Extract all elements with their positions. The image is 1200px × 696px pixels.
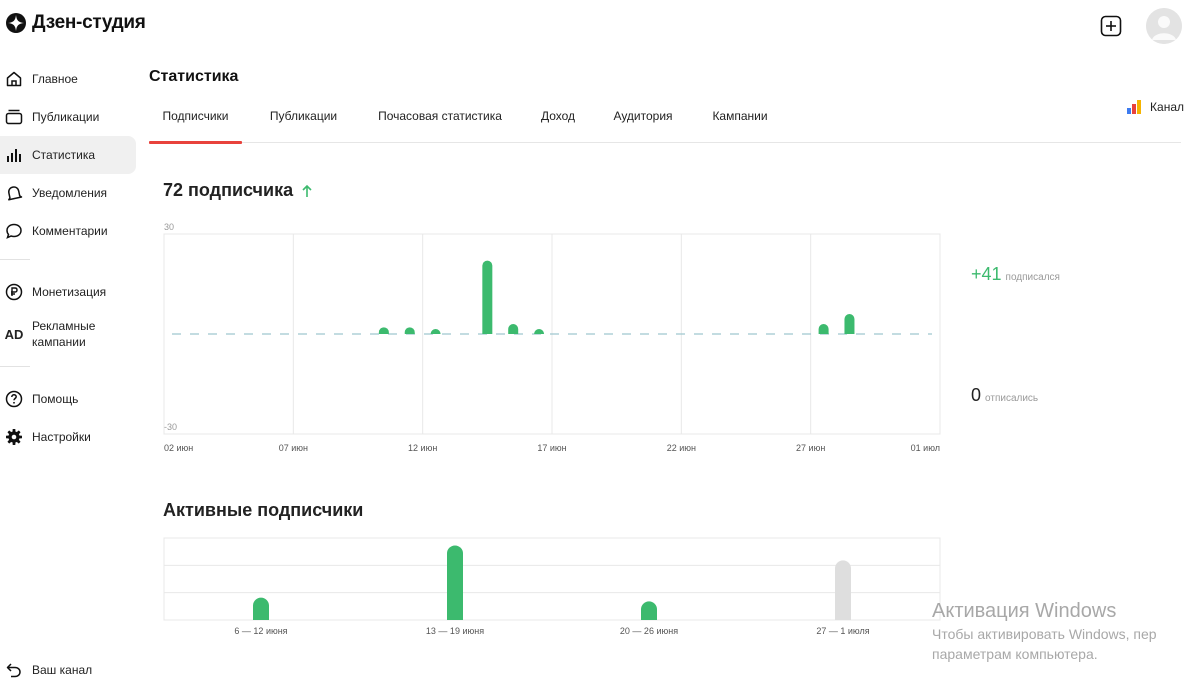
chart-bar (253, 597, 269, 620)
x-tick-label: 02 июн (164, 443, 193, 453)
ad-icon: AD (4, 324, 24, 344)
x-tick-label: 12 июн (408, 443, 437, 453)
add-publication-icon[interactable] (1100, 15, 1122, 37)
sidebar-item-ad-campaigns[interactable]: AD Рекламные кампании (0, 311, 136, 357)
sidebar-item-label: Помощь (32, 392, 79, 406)
chart-frame (163, 537, 941, 621)
tab-income[interactable]: Доход (539, 100, 577, 143)
sidebar-item-publications[interactable]: Публикации (0, 98, 136, 136)
unsubscribed-stat: 0 отписались (971, 385, 1038, 406)
sidebar-item-help[interactable]: Помощь (0, 380, 136, 418)
watermark-line-1: Активация Windows (932, 600, 1117, 622)
chart-bar (482, 260, 493, 334)
y-tick-label: -30 (164, 422, 177, 432)
subscribers-daily-chart: 30 -30 02 июн 07 июн 12 июн 17 июн 22 июн 27 ию… (163, 222, 941, 453)
active-subscribers-chart: 6 — 12 июня 13 — 19 июня 20 — 26 июня 27 — … (163, 537, 941, 636)
sidebar-item-label: Ваш канал (32, 663, 93, 677)
tab-publications[interactable]: Публикации (267, 100, 340, 143)
sidebar-item-label: Уведомления (32, 186, 108, 200)
sidebar-item-label: Статистика (32, 148, 96, 162)
tab-hourly-stats[interactable]: Почасовая статистика (375, 100, 505, 143)
subscribed-value: +41 (971, 264, 1002, 284)
x-tick-label: 01 июл (911, 443, 940, 453)
sidebar-item-label: Главное (32, 72, 78, 86)
chart-bar (844, 314, 855, 334)
bell-icon (4, 183, 24, 203)
stats-icon (4, 145, 24, 165)
tab-campaigns[interactable]: Кампании (709, 100, 771, 143)
active-subscribers-heading: Активные подписчики (163, 500, 364, 520)
chart-bar (641, 601, 657, 620)
bar-chart-color-icon (1127, 100, 1142, 114)
x-tick-label: 13 — 19 июня (426, 626, 484, 636)
back-arrow-icon (4, 660, 24, 680)
sidebar-item-monetization[interactable]: Монетизация (0, 273, 136, 311)
sidebar-item-label: Рекламные кампании (32, 319, 96, 349)
app-title: Дзен-студия (32, 12, 146, 33)
watermark-line-3: параметрам компьютера. (932, 646, 1098, 662)
subscribers-count: 72 подписчика (163, 180, 294, 200)
comment-icon (4, 221, 24, 241)
sidebar-item-comments[interactable]: Комментарии (0, 212, 136, 250)
avatar[interactable] (1146, 8, 1182, 44)
unsubscribed-value: 0 (971, 385, 982, 405)
windows-activation-watermark: Активация Windows Чтобы активировать Win… (932, 598, 1157, 664)
chart-bar (430, 329, 441, 334)
sidebar-item-home[interactable]: Главное (0, 60, 136, 98)
sidebar-divider (0, 366, 30, 367)
chart-bar (378, 327, 389, 334)
sidebar-item-notifications[interactable]: Уведомления (0, 174, 136, 212)
sidebar-item-label: Настройки (32, 430, 91, 444)
sidebar-item-label: Комментарии (32, 224, 108, 238)
watermark-line-2: Чтобы активировать Windows, пер (932, 626, 1157, 642)
gear-icon (4, 427, 24, 447)
sidebar-item-label: Монетизация (32, 285, 107, 299)
help-icon (4, 389, 24, 409)
chart-bar (447, 545, 463, 620)
user-avatar-icon (1146, 8, 1182, 44)
x-tick-label: 07 июн (279, 443, 308, 453)
tab-audience[interactable]: Аудитория (611, 100, 675, 143)
sidebar: Главное Публикации Статистика Уведомлени… (0, 60, 136, 456)
subscribed-label: подписался (1005, 272, 1060, 283)
ad-icon-text: AD (4, 326, 24, 342)
ruble-icon (4, 282, 24, 302)
tab-subscribers[interactable]: Подписчики (149, 100, 242, 144)
tabs-bar: Подписчики Публикации Почасовая статисти… (149, 100, 1181, 144)
x-tick-label: 6 — 12 июня (234, 626, 287, 636)
x-tick-label: 22 июн (667, 443, 696, 453)
sidebar-item-statistics[interactable]: Статистика (0, 136, 136, 174)
x-tick-label: 27 — 1 июля (816, 626, 869, 636)
channel-selector-button[interactable]: Канал (1127, 100, 1184, 114)
x-tick-label: 20 — 26 июня (620, 626, 678, 636)
publications-icon (4, 107, 24, 127)
chart-bar (835, 560, 851, 620)
subscribers-heading: 72 подписчика (163, 180, 313, 201)
sidebar-divider (0, 259, 30, 260)
sidebar-item-settings[interactable]: Настройки (0, 418, 136, 456)
dzen-studio-logo[interactable]: Дзен-студия (6, 12, 146, 34)
chart-bar (818, 324, 829, 334)
sidebar-item-your-channel[interactable]: Ваш канал (0, 652, 92, 688)
arrow-up-icon (302, 184, 312, 197)
subscribed-stat: +41 подписался (971, 264, 1060, 285)
y-tick-label: 30 (164, 222, 174, 232)
chart-bar (534, 329, 545, 334)
sidebar-bottom: Ваш канал (0, 652, 92, 688)
page-title: Статистика (149, 68, 239, 85)
chart-bar (508, 324, 519, 334)
dzen-logo-icon (6, 13, 26, 33)
unsubscribed-label: отписались (985, 393, 1039, 404)
channel-label: Канал (1150, 100, 1184, 114)
chart-bar (404, 327, 415, 334)
x-tick-label: 27 июн (796, 443, 825, 453)
home-icon (4, 69, 24, 89)
sidebar-item-label: Публикации (32, 110, 100, 124)
x-tick-label: 17 июн (537, 443, 566, 453)
top-actions (1100, 8, 1182, 44)
